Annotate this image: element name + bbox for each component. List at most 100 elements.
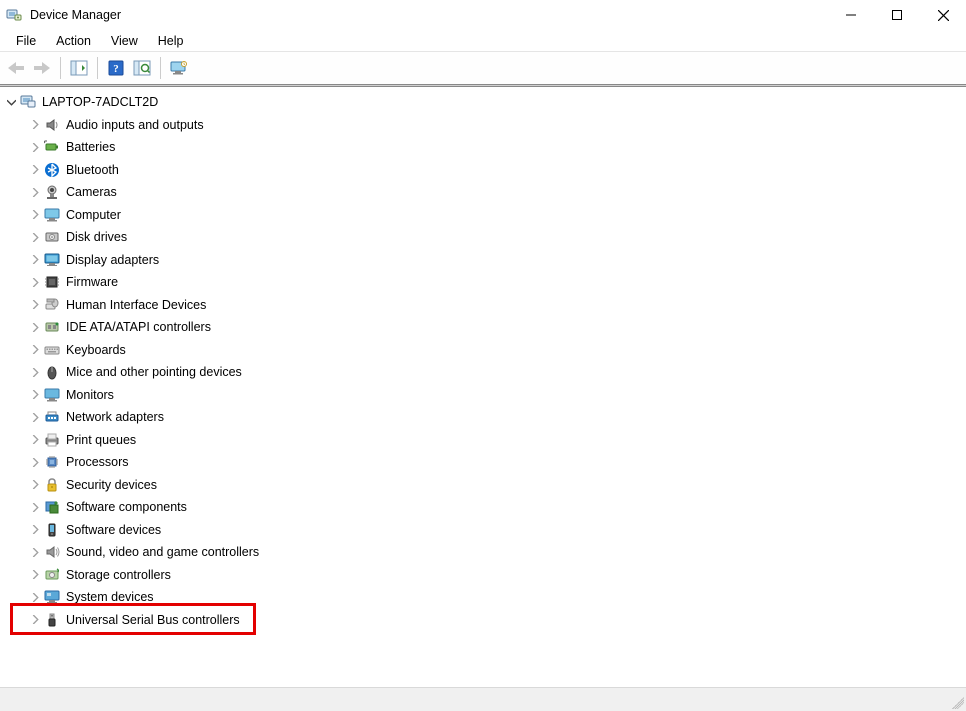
menu-bar: File Action View Help	[0, 30, 966, 52]
chevron-right-icon[interactable]	[30, 120, 40, 130]
tree-root-label: LAPTOP-7ADCLT2D	[42, 95, 158, 109]
tree-category-monitor[interactable]: Monitors	[0, 384, 966, 407]
tree-category-hid[interactable]: Human Interface Devices	[0, 294, 966, 317]
chevron-right-icon[interactable]	[30, 570, 40, 580]
toolbar-forward-button[interactable]	[30, 56, 54, 80]
tree-category-system[interactable]: System devices	[0, 586, 966, 609]
tree-category-security[interactable]: Security devices	[0, 474, 966, 497]
tree-category-keyboard[interactable]: Keyboards	[0, 339, 966, 362]
toolbar-scan-button[interactable]	[130, 56, 154, 80]
swcomp-icon	[44, 499, 60, 515]
tree-category-label: Firmware	[66, 275, 118, 289]
tree-category-label: Universal Serial Bus controllers	[66, 613, 240, 627]
display-icon	[44, 252, 60, 268]
tree-category-disk[interactable]: Disk drives	[0, 226, 966, 249]
toolbar-help-button[interactable]: ?	[104, 56, 128, 80]
chevron-right-icon[interactable]	[30, 300, 40, 310]
tree-category-label: Audio inputs and outputs	[66, 118, 204, 132]
ide-icon	[44, 319, 60, 335]
title-bar: Device Manager	[0, 0, 966, 30]
tree-category-label: Network adapters	[66, 410, 164, 424]
firmware-icon	[44, 274, 60, 290]
battery-icon	[44, 139, 60, 155]
toolbar-back-button[interactable]	[4, 56, 28, 80]
tree-category-printer[interactable]: Print queues	[0, 429, 966, 452]
svg-text:?: ?	[113, 63, 119, 75]
disk-icon	[44, 229, 60, 245]
device-tree[interactable]: LAPTOP-7ADCLT2D Audio inputs and outputs B…	[0, 87, 966, 683]
chevron-right-icon[interactable]	[30, 457, 40, 467]
tree-root[interactable]: LAPTOP-7ADCLT2D	[0, 91, 966, 114]
tree-category-computer[interactable]: Computer	[0, 204, 966, 227]
chevron-right-icon[interactable]	[30, 502, 40, 512]
minimize-button[interactable]	[828, 0, 874, 30]
toolbar-monitor-button[interactable]	[167, 56, 191, 80]
tree-category-label: Software components	[66, 500, 187, 514]
tree-category-battery[interactable]: Batteries	[0, 136, 966, 159]
tree-category-usb[interactable]: Universal Serial Bus controllers	[0, 609, 966, 632]
maximize-button[interactable]	[874, 0, 920, 30]
tree-category-speaker[interactable]: Audio inputs and outputs	[0, 114, 966, 137]
chevron-right-icon[interactable]	[30, 232, 40, 242]
tree-category-label: Computer	[66, 208, 121, 222]
chevron-right-icon[interactable]	[30, 142, 40, 152]
chevron-right-icon[interactable]	[30, 255, 40, 265]
tree-category-network[interactable]: Network adapters	[0, 406, 966, 429]
printer-icon	[44, 432, 60, 448]
chevron-right-icon[interactable]	[30, 367, 40, 377]
chevron-down-icon[interactable]	[6, 97, 16, 107]
menu-help[interactable]: Help	[148, 32, 194, 50]
toolbar-showhide-button[interactable]	[67, 56, 91, 80]
computer-icon	[20, 94, 36, 110]
tree-category-sound[interactable]: Sound, video and game controllers	[0, 541, 966, 564]
toolbar: ?	[0, 52, 966, 84]
status-bar	[0, 687, 966, 711]
storage-icon	[44, 567, 60, 583]
menu-file[interactable]: File	[6, 32, 46, 50]
chevron-right-icon[interactable]	[30, 322, 40, 332]
tree-category-label: System devices	[66, 590, 154, 604]
tree-category-label: Bluetooth	[66, 163, 119, 177]
network-icon	[44, 409, 60, 425]
tree-category-mouse[interactable]: Mice and other pointing devices	[0, 361, 966, 384]
camera-icon	[44, 184, 60, 200]
chevron-right-icon[interactable]	[30, 525, 40, 535]
tree-category-swcomp[interactable]: Software components	[0, 496, 966, 519]
chevron-right-icon[interactable]	[30, 435, 40, 445]
chevron-right-icon[interactable]	[30, 210, 40, 220]
tree-category-label: Storage controllers	[66, 568, 171, 582]
chevron-right-icon[interactable]	[30, 187, 40, 197]
tree-category-swdev[interactable]: Software devices	[0, 519, 966, 542]
bluetooth-icon	[44, 162, 60, 178]
tree-category-firmware[interactable]: Firmware	[0, 271, 966, 294]
chevron-right-icon[interactable]	[30, 592, 40, 602]
tree-category-label: Software devices	[66, 523, 161, 537]
tree-category-label: IDE ATA/ATAPI controllers	[66, 320, 211, 334]
tree-category-ide[interactable]: IDE ATA/ATAPI controllers	[0, 316, 966, 339]
chevron-right-icon[interactable]	[30, 277, 40, 287]
window-title: Device Manager	[30, 8, 121, 22]
toolbar-separator	[97, 57, 98, 79]
tree-category-display[interactable]: Display adapters	[0, 249, 966, 272]
tree-category-cpu[interactable]: Processors	[0, 451, 966, 474]
tree-category-label: Display adapters	[66, 253, 159, 267]
menu-view[interactable]: View	[101, 32, 148, 50]
chevron-right-icon[interactable]	[30, 345, 40, 355]
chevron-right-icon[interactable]	[30, 390, 40, 400]
chevron-right-icon[interactable]	[30, 412, 40, 422]
menu-action[interactable]: Action	[46, 32, 101, 50]
tree-category-bluetooth[interactable]: Bluetooth	[0, 159, 966, 182]
chevron-right-icon[interactable]	[30, 615, 40, 625]
chevron-right-icon[interactable]	[30, 547, 40, 557]
tree-category-storage[interactable]: Storage controllers	[0, 564, 966, 587]
tree-category-label: Cameras	[66, 185, 117, 199]
tree-category-label: Sound, video and game controllers	[66, 545, 259, 559]
tree-category-label: Processors	[66, 455, 129, 469]
tree-category-camera[interactable]: Cameras	[0, 181, 966, 204]
swdev-icon	[44, 522, 60, 538]
mouse-icon	[44, 364, 60, 380]
computer-icon	[44, 207, 60, 223]
close-button[interactable]	[920, 0, 966, 30]
chevron-right-icon[interactable]	[30, 480, 40, 490]
chevron-right-icon[interactable]	[30, 165, 40, 175]
